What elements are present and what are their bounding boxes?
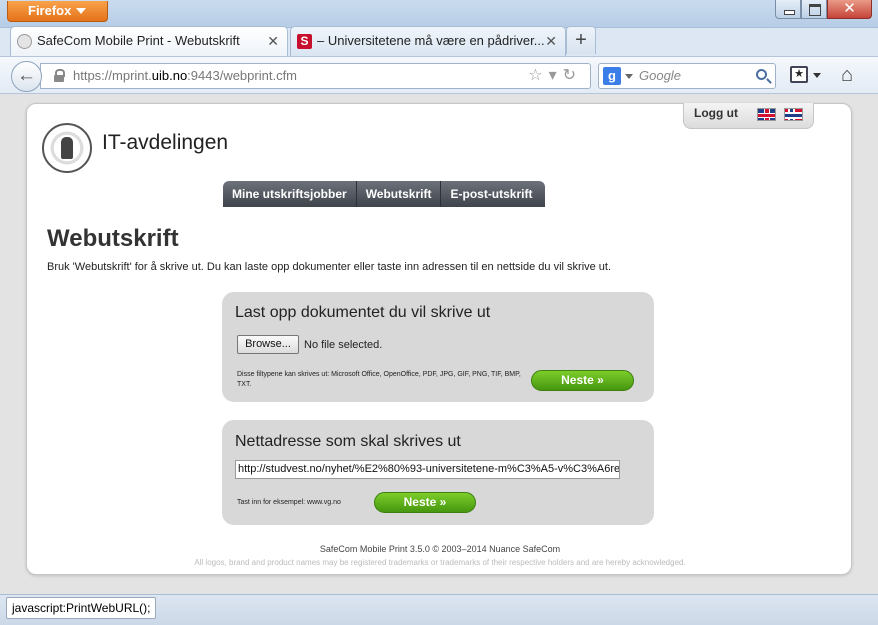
- firefox-menu-label: Firefox: [28, 3, 72, 18]
- back-button[interactable]: ←: [11, 61, 42, 92]
- window-controls: ✕: [775, 0, 872, 19]
- menu-item-email-print[interactable]: E-post-utskrift: [441, 181, 545, 207]
- main-menu: Mine utskriftsjobber Webutskrift E-post-…: [223, 181, 546, 207]
- maximize-button[interactable]: [801, 0, 827, 19]
- status-link-text: javascript:PrintWebURL();: [6, 597, 157, 619]
- minimize-button[interactable]: [775, 0, 801, 19]
- tab-title: SafeCom Mobile Print - Webutskrift: [37, 33, 240, 48]
- home-icon[interactable]: ⌂: [841, 65, 853, 85]
- upload-title: Last opp dokumentet du vil skrive ut: [235, 304, 491, 321]
- browse-button[interactable]: Browse...: [237, 335, 299, 354]
- filetypes-note: Disse filtypene kan skrives ut: Microsof…: [237, 371, 521, 388]
- close-window-button[interactable]: ✕: [827, 0, 872, 19]
- search-placeholder: Google: [639, 68, 681, 83]
- chevron-down-icon: [76, 8, 86, 14]
- footer-version: SafeCom Mobile Print 3.5.0 © 2003–2014 N…: [319, 544, 561, 554]
- url-prefix: https://mprint.: [73, 68, 152, 83]
- account-bar: Logg ut: [683, 103, 814, 129]
- department-name: IT-avdelingen: [102, 131, 229, 154]
- example-note: Tast inn for eksempel: www.vg.no: [237, 499, 341, 506]
- menu-item-webprint[interactable]: Webutskrift: [357, 181, 442, 207]
- upload-next-button[interactable]: Neste »: [531, 370, 634, 391]
- studvest-favicon-icon: S: [297, 34, 312, 49]
- norwegian-flag-icon[interactable]: [784, 108, 803, 121]
- lock-icon: [54, 69, 65, 82]
- address-bar[interactable]: https://mprint.uib.no:9443/webprint.cfm …: [40, 63, 591, 89]
- search-bar[interactable]: g Google: [598, 63, 776, 89]
- file-status: No file selected.: [304, 339, 383, 351]
- university-seal-icon: [17, 34, 32, 49]
- page-card: Logg ut IT-avdelingen Mine utskriftsjobb…: [26, 103, 852, 575]
- web-url-title: Nettadresse som skal skrives ut: [235, 433, 461, 450]
- url-suffix: :9443/webprint.cfm: [187, 68, 298, 83]
- chevron-down-icon: [625, 74, 633, 79]
- logout-link[interactable]: Logg ut: [694, 106, 738, 120]
- bookmarks-icon[interactable]: ★: [790, 66, 808, 83]
- firefox-menu-button[interactable]: Firefox: [7, 1, 108, 22]
- page-title: Webutskrift: [47, 225, 179, 252]
- footer-disclaimer: All logos, brand and product names may b…: [194, 558, 686, 567]
- new-tab-button[interactable]: +: [566, 26, 596, 54]
- status-bar: javascript:PrintWebURL();: [0, 594, 878, 625]
- page-viewport: Logg ut IT-avdelingen Mine utskriftsjobb…: [0, 94, 878, 594]
- tab-title: – Universitetene må være en pådriver...: [317, 33, 545, 48]
- intro-text: Bruk 'Webutskrift' for å skrive ut. Du k…: [47, 261, 612, 273]
- web-url-panel: Nettadresse som skal skrives ut http://s…: [222, 420, 654, 525]
- tab-strip: SafeCom Mobile Print - Webutskrift ✕ S –…: [0, 26, 878, 56]
- tab-studvest[interactable]: S – Universitetene må være en pådriver..…: [290, 26, 566, 56]
- url-bar-icons[interactable]: ☆▾↻: [528, 64, 582, 88]
- upload-panel: Last opp dokumentet du vil skrive ut Bro…: [222, 292, 654, 402]
- title-bar: Firefox ✕: [0, 0, 878, 28]
- menu-item-print-jobs[interactable]: Mine utskriftsjobber: [223, 181, 357, 207]
- navigation-toolbar: https://mprint.uib.no:9443/webprint.cfm …: [0, 56, 878, 94]
- tab-webutskrift[interactable]: SafeCom Mobile Print - Webutskrift ✕: [10, 26, 288, 56]
- url-host: uib.no: [151, 68, 188, 83]
- chevron-down-icon[interactable]: [813, 73, 821, 78]
- back-arrow-icon: ←: [17, 65, 36, 86]
- university-logo: [42, 123, 92, 173]
- tab-close-icon[interactable]: ✕: [545, 27, 557, 55]
- english-flag-icon[interactable]: [757, 108, 776, 121]
- tab-close-icon[interactable]: ✕: [267, 27, 279, 55]
- search-icon[interactable]: [756, 69, 767, 80]
- web-next-button[interactable]: Neste »: [374, 492, 476, 513]
- web-url-input[interactable]: http://studvest.no/nyhet/%E2%80%93-unive…: [235, 460, 620, 479]
- close-icon: ✕: [843, 0, 856, 17]
- google-icon[interactable]: g: [603, 67, 621, 85]
